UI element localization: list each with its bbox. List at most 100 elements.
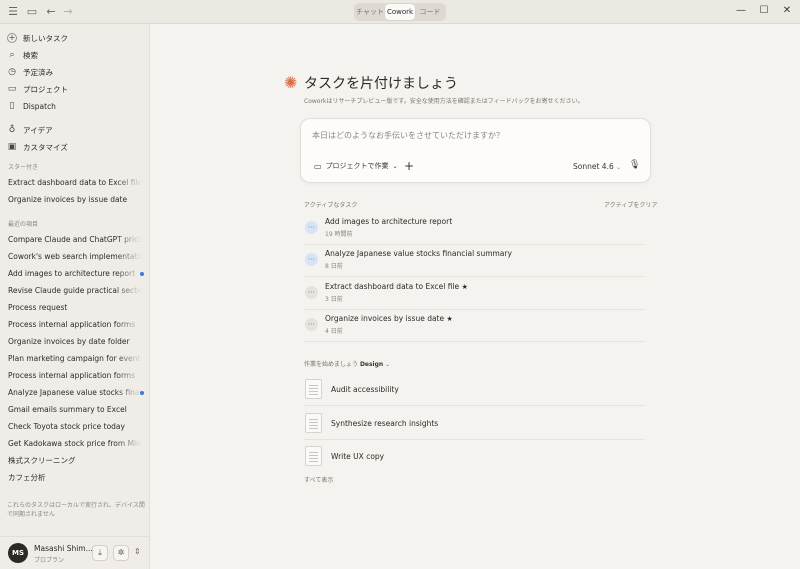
work-in-project-label: プロジェクトで作業: [325, 162, 389, 170]
minimize-icon[interactable]: —: [734, 4, 748, 18]
sidebar-item-label: 新しいタスク: [23, 33, 68, 43]
get-started-text: 作業を始めましょう: [304, 361, 359, 368]
prompt-placeholder: 本日はどのようなお手伝いをさせていただけますか？: [312, 131, 504, 140]
tab-code[interactable]: コード: [415, 4, 445, 20]
active-task-row[interactable]: ⋯ Analyze Japanese value stocks financia…: [304, 245, 645, 277]
clear-active-button[interactable]: アクティブをクリア: [604, 200, 657, 209]
lightbulb-icon: ♁: [8, 125, 16, 135]
bug-icon[interactable]: ✲: [113, 545, 129, 561]
document-icon: [305, 413, 322, 433]
recent-task-item[interactable]: Organize invoices by date folder: [8, 336, 142, 348]
active-task-time: 8 日前: [325, 263, 343, 270]
sidebar-item-dispatch[interactable]: ▯ Dispatch: [0, 98, 150, 114]
download-icon[interactable]: ⤓: [92, 545, 108, 561]
template-row[interactable]: Synthesize research insights: [304, 407, 645, 440]
show-all-link[interactable]: すべて表示: [304, 475, 333, 484]
sidebar-item-label: 検索: [23, 50, 38, 60]
sidebar-item-ideas[interactable]: ♁ アイデア: [0, 122, 150, 138]
recent-task-item[interactable]: Process request: [8, 302, 142, 314]
recent-task-item[interactable]: Get Kadokawa stock price from Minkabu: [8, 438, 142, 450]
page-title: タスクを片付けましょう: [304, 76, 458, 92]
sidebar: + 新しいタスク ⌕ 検索 ◷ 予定済み ▭ プロジェクト ▯ Dispatch…: [0, 24, 150, 569]
folder-icon: ▭: [7, 84, 17, 94]
template-row[interactable]: Audit accessibility: [304, 373, 645, 406]
sidebar-item-label: アイデア: [23, 125, 53, 135]
recent-task-item[interactable]: Analyze Japanese value stocks financial: [8, 387, 142, 399]
recent-task-item[interactable]: カフェ分析: [8, 472, 142, 484]
running-indicator: [140, 272, 144, 276]
add-attachment-icon[interactable]: +: [404, 159, 414, 173]
recent-task-item[interactable]: Plan marketing campaign for event: [8, 353, 142, 365]
active-task-title: Organize invoices by issue date ★: [325, 314, 453, 323]
maximize-icon[interactable]: ☐: [757, 4, 771, 18]
briefcase-icon: ▣: [7, 142, 17, 152]
active-task-row[interactable]: ⋯ Organize invoices by issue date ★ 4 日前: [304, 310, 645, 342]
sidebar-toggle-icon[interactable]: ▭: [25, 5, 39, 19]
chevron-down-icon: ⌄: [385, 361, 391, 368]
chat-bubble-icon: ⋯: [305, 318, 318, 331]
sidebar-item-label: カスタマイズ: [23, 142, 68, 152]
template-row[interactable]: Write UX copy: [304, 440, 645, 473]
recent-task-item[interactable]: Check Toyota stock price today: [8, 421, 142, 433]
recent-task-item[interactable]: Process internal application forms: [8, 370, 142, 382]
running-task-icon: ⋯: [305, 253, 318, 266]
mode-switcher: チャット Cowork コード: [354, 3, 446, 21]
sidebar-item-scheduled[interactable]: ◷ 予定済み: [0, 64, 150, 80]
claude-logo-icon: ✺: [284, 73, 298, 92]
tab-cowork[interactable]: Cowork: [385, 4, 415, 20]
template-title: Audit accessibility: [331, 385, 399, 394]
active-task-title: Add images to architecture report: [325, 217, 453, 226]
recent-task-item[interactable]: Gmail emails summary to Excel: [8, 404, 142, 416]
document-icon: [305, 379, 322, 399]
recent-task-item[interactable]: Revise Claude guide practical section: [8, 285, 142, 297]
sidebar-item-label: プロジェクト: [23, 84, 68, 94]
expand-chevron-icon[interactable]: ⇕: [134, 547, 141, 556]
active-task-row[interactable]: ⋯ Add images to architecture report 19 時…: [304, 213, 645, 245]
category-selector[interactable]: Design: [360, 361, 383, 368]
recent-task-item[interactable]: 株式スクリーニング: [8, 455, 142, 467]
menu-icon[interactable]: ☰: [6, 5, 20, 19]
model-selector[interactable]: Sonnet 4.6 ⌄: [573, 162, 621, 171]
page-subtitle: Coworkはリサーチプレビュー版です。安全な使用方法を確認またはフィードバック…: [304, 98, 584, 105]
search-icon: ⌕: [9, 50, 15, 60]
title-bar: ☰ ▭ ← → チャット Cowork コード — ☐ ✕: [0, 0, 800, 24]
plus-icon: +: [7, 33, 17, 43]
active-task-title: Analyze Japanese value stocks financial …: [325, 249, 512, 258]
sidebar-item-projects[interactable]: ▭ プロジェクト: [0, 81, 150, 97]
clock-icon: ◷: [8, 67, 16, 77]
template-title: Write UX copy: [331, 452, 385, 461]
star-icon: ★: [446, 315, 453, 323]
user-profile[interactable]: MS Masashi Shim... プロプラン ⤓ ✲ ⇕: [0, 536, 150, 569]
active-task-time: 4 日前: [325, 328, 343, 335]
document-icon: [305, 446, 322, 466]
recent-task-item[interactable]: Cowork's web search implementation: [8, 251, 142, 263]
user-plan: プロプラン: [34, 557, 65, 564]
work-in-project-button[interactable]: ▭ プロジェクトで作業 ⌄: [314, 161, 398, 171]
sidebar-item-new-task[interactable]: + 新しいタスク: [0, 30, 150, 46]
recent-task-item[interactable]: Add images to architecture report: [8, 268, 142, 280]
sidebar-item-search[interactable]: ⌕ 検索: [0, 47, 150, 63]
recent-task-item[interactable]: Compare Claude and ChatGPT pricing: [8, 234, 142, 246]
prompt-input-box[interactable]: 本日はどのようなお手伝いをさせていただけますか？ ▭ プロジェクトで作業 ⌄ +…: [300, 118, 651, 183]
sidebar-item-label: Dispatch: [23, 101, 56, 111]
starred-task-item[interactable]: Extract dashboard data to Excel file: [8, 177, 142, 189]
recent-task-item[interactable]: Process internal application forms: [8, 319, 142, 331]
close-icon[interactable]: ✕: [780, 4, 794, 18]
sidebar-item-label: 予定済み: [23, 67, 53, 77]
back-arrow-icon[interactable]: ←: [44, 5, 58, 19]
active-task-row[interactable]: ⋯ Extract dashboard data to Excel file ★…: [304, 278, 645, 310]
chat-bubble-icon: ⋯: [305, 286, 318, 299]
microphone-icon[interactable]: 🎙: [629, 160, 640, 170]
chevron-down-icon: ⌄: [616, 164, 622, 171]
star-icon: ★: [461, 283, 468, 291]
running-indicator: [140, 391, 144, 395]
tab-chat[interactable]: チャット: [355, 4, 385, 20]
starred-section-label: スター付き: [8, 164, 39, 171]
starred-task-item[interactable]: Organize invoices by issue date: [8, 194, 142, 206]
forward-arrow-icon[interactable]: →: [61, 5, 75, 19]
chevron-down-icon: ⌄: [392, 162, 398, 170]
user-name: Masashi Shim...: [34, 544, 93, 553]
sidebar-item-customize[interactable]: ▣ カスタマイズ: [0, 139, 150, 155]
active-tasks-label: アクティブなタスク: [304, 202, 358, 209]
get-started-label[interactable]: 作業を始めましょう Design ⌄: [304, 359, 390, 368]
